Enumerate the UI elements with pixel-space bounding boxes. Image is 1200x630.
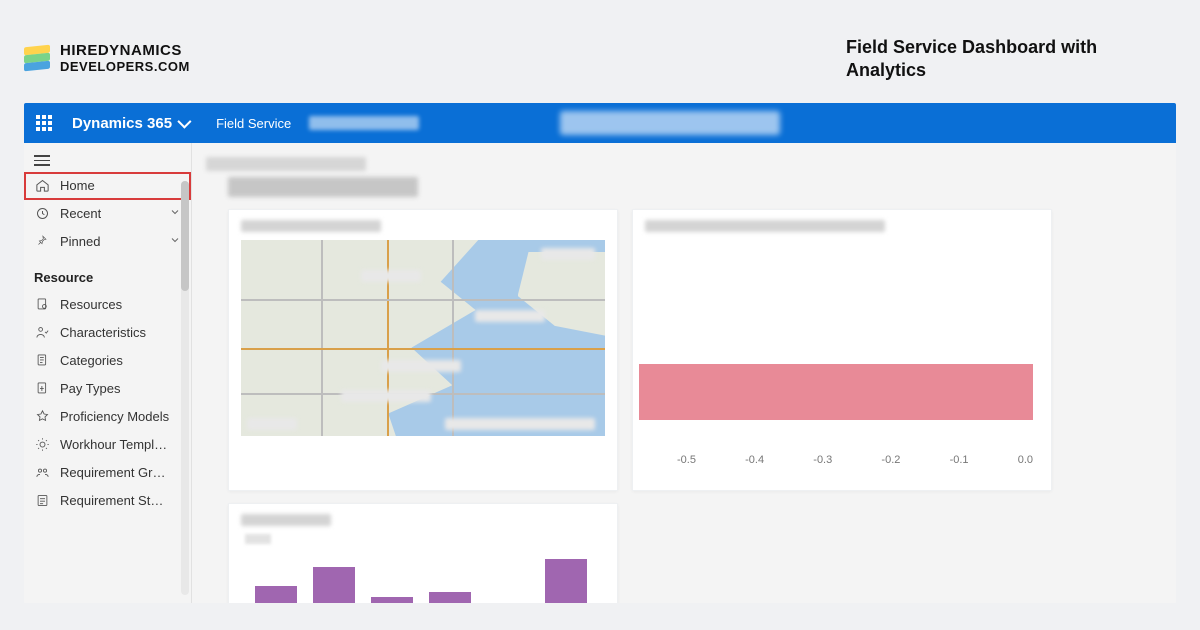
reqstat-icon: [34, 493, 50, 509]
sidebar-item-home[interactable]: Home: [24, 172, 191, 200]
chart-bar: [429, 592, 471, 603]
sidebar-item-label: Pinned: [60, 234, 100, 249]
breadcrumb-redacted: [206, 157, 366, 171]
sidebar-item-label: Requirement Stat...: [60, 493, 170, 508]
sidebar-item-label: Pay Types: [60, 381, 120, 396]
page-title: Field Service Dashboard with Analytics: [846, 36, 1146, 81]
pin-icon: [34, 234, 50, 250]
hamburger-icon: [34, 155, 50, 166]
tile-horizontal-bar-chart: -0.5 -0.4 -0.3 -0.2 -0.1 0.0: [632, 209, 1052, 491]
tile-title-redacted: [241, 220, 381, 232]
sidebar-item-characteristics[interactable]: Characteristics: [24, 319, 191, 347]
chart-legend-redacted: [245, 534, 271, 544]
sidebar-item-label: Workhour Templa...: [60, 437, 170, 452]
tile-title-redacted: [241, 514, 331, 526]
chart-tick: -0.4: [745, 454, 764, 466]
chart-tick: -0.1: [950, 454, 969, 466]
sidebar-item-label: Categories: [60, 353, 123, 368]
main-content: -0.5 -0.4 -0.3 -0.2 -0.1 0.0: [192, 143, 1176, 603]
sidebar-item-label: Recent: [60, 206, 101, 221]
logo-mark-icon: [24, 46, 50, 72]
chevron-down-icon: [169, 234, 181, 249]
chart-tick: 0.0: [1018, 454, 1033, 466]
brand-text-line2: DEVELOPERS.COM: [60, 59, 190, 74]
brand-logo: HIREDYNAMICS DEVELOPERS.COM: [24, 43, 190, 74]
sidebar-item-reqstat[interactable]: Requirement Stat...: [24, 487, 191, 515]
reqgroup-icon: [34, 465, 50, 481]
map-visualization[interactable]: [241, 240, 605, 436]
sidebar-item-label: Requirement Gro...: [60, 465, 170, 480]
sidebar-toggle-button[interactable]: [24, 149, 191, 172]
sidebar-item-workhour[interactable]: Workhour Templa...: [24, 431, 191, 459]
sidebar-item-label: Proficiency Models: [60, 409, 169, 424]
chart-bar: [255, 586, 297, 603]
sidebar: Home Recent Pinned: [24, 143, 192, 603]
chart-bar: [313, 567, 355, 603]
scrollbar-thumb[interactable]: [181, 181, 189, 291]
clock-icon: [34, 206, 50, 222]
home-icon: [34, 178, 50, 194]
sidebar-item-resources[interactable]: Resources: [24, 291, 191, 319]
chart-bar: [639, 364, 1033, 420]
topbar-environment-redacted: [560, 111, 780, 135]
page-heading-redacted: [228, 177, 418, 197]
sidebar-item-paytypes[interactable]: Pay Types: [24, 375, 191, 403]
sidebar-section-resource: Resource: [24, 256, 191, 291]
chart-bar: [545, 559, 587, 603]
vertical-bar-chart: [241, 548, 605, 603]
chart-tick: -0.5: [677, 454, 696, 466]
categories-icon: [34, 353, 50, 369]
workhour-icon: [34, 437, 50, 453]
tile-map: [228, 209, 618, 491]
sidebar-item-label: Characteristics: [60, 325, 146, 340]
characteristics-icon: [34, 325, 50, 341]
sidebar-item-reqgroup[interactable]: Requirement Gro...: [24, 459, 191, 487]
chart-tick: -0.3: [813, 454, 832, 466]
waffle-icon: [36, 115, 52, 131]
brand-text-line1: HIREDYNAMICS: [60, 43, 190, 59]
tile-vertical-bar-chart: [228, 503, 618, 603]
horizontal-bar-chart: -0.5 -0.4 -0.3 -0.2 -0.1 0.0: [645, 240, 1039, 480]
chart-bar: [371, 597, 413, 603]
chevron-down-icon: [177, 115, 191, 129]
sidebar-scrollbar[interactable]: [181, 181, 189, 595]
sidebar-item-proficiency[interactable]: Proficiency Models: [24, 403, 191, 431]
sidebar-item-pinned[interactable]: Pinned: [24, 228, 191, 256]
topbar-app-name: Field Service: [216, 116, 291, 131]
resources-icon: [34, 297, 50, 313]
star-icon: [34, 409, 50, 425]
sidebar-item-label: Home: [60, 178, 95, 193]
sidebar-item-recent[interactable]: Recent: [24, 200, 191, 228]
topbar-redacted: [309, 116, 419, 130]
product-name: Dynamics 365: [72, 115, 172, 132]
sidebar-item-categories[interactable]: Categories: [24, 347, 191, 375]
sidebar-item-label: Resources: [60, 297, 122, 312]
app-shell: Dynamics 365 Field Service Home: [24, 103, 1176, 603]
chevron-down-icon: [169, 206, 181, 221]
topbar: Dynamics 365 Field Service: [24, 103, 1176, 143]
app-launcher-button[interactable]: [30, 109, 58, 137]
chart-x-axis: -0.5 -0.4 -0.3 -0.2 -0.1 0.0: [677, 454, 1033, 466]
tile-title-redacted: [645, 220, 885, 232]
paytypes-icon: [34, 381, 50, 397]
product-switcher[interactable]: Dynamics 365: [72, 115, 188, 132]
chart-tick: -0.2: [881, 454, 900, 466]
